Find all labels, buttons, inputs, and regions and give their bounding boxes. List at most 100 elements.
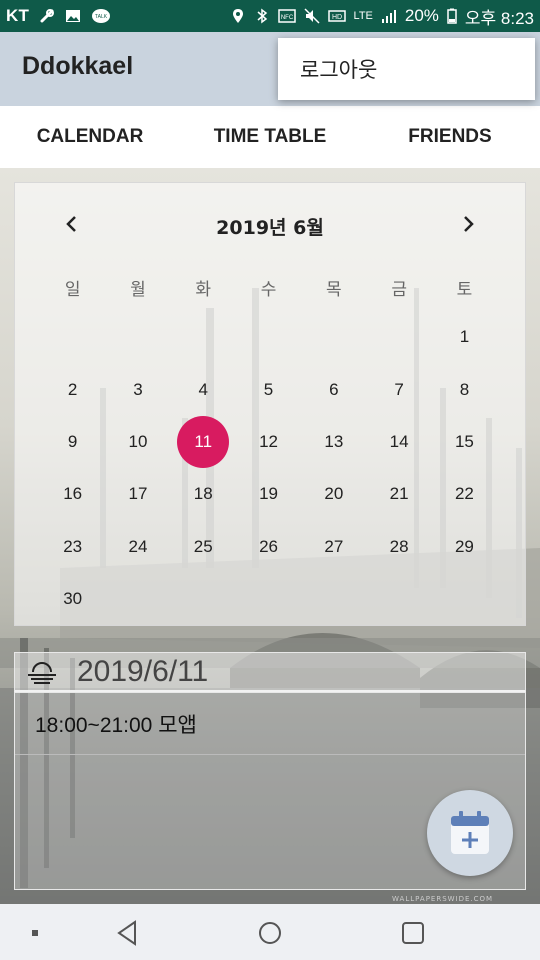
day-number: 28 xyxy=(389,536,409,556)
signal-icon xyxy=(381,10,396,23)
day-cell[interactable]: 17 xyxy=(105,468,170,520)
week-row: 23 24 25 26 27 28 29 xyxy=(40,521,502,573)
day-cell[interactable]: 1 xyxy=(432,311,497,363)
day-cell[interactable]: 2 xyxy=(40,363,105,415)
tab-friends[interactable]: FRIENDS xyxy=(360,106,540,168)
day-cell[interactable]: 26 xyxy=(236,521,301,573)
day-cell[interactable]: 27 xyxy=(301,521,366,573)
day-cell[interactable]: 8 xyxy=(432,363,497,415)
day-number: 13 xyxy=(324,431,344,451)
recents-square-icon xyxy=(402,922,424,944)
chevron-right-icon xyxy=(464,216,474,232)
recents-button[interactable] xyxy=(398,918,428,948)
day-cell[interactable]: 13 xyxy=(301,416,366,468)
add-event-button[interactable] xyxy=(427,790,513,876)
day-cell[interactable]: 23 xyxy=(40,521,105,573)
day-number: 3 xyxy=(133,379,143,399)
day-cell[interactable]: 3 xyxy=(105,363,170,415)
fog-icon xyxy=(28,661,56,684)
week-row: 30 xyxy=(40,573,502,625)
day-cell[interactable]: 25 xyxy=(171,521,236,573)
day-number: 22 xyxy=(454,484,474,504)
day-cell[interactable]: 16 xyxy=(40,468,105,520)
day-cell[interactable]: 24 xyxy=(105,521,170,573)
weekday-label: 화 xyxy=(195,280,212,300)
empty-day-cell xyxy=(366,311,431,363)
dot-icon xyxy=(32,930,38,936)
day-cell-selected[interactable]: 11 xyxy=(171,416,236,468)
calendar-add-icon xyxy=(451,811,489,854)
empty-day-cell xyxy=(236,311,301,363)
watermark: WALLPAPERSWIDE.COM xyxy=(392,895,494,903)
day-cell[interactable]: 20 xyxy=(301,468,366,520)
day-number: 21 xyxy=(389,484,409,504)
day-cell[interactable]: 18 xyxy=(171,468,236,520)
back-button[interactable] xyxy=(112,918,142,948)
day-cell[interactable]: 5 xyxy=(236,363,301,415)
day-number: 4 xyxy=(198,379,208,399)
navigation-bar xyxy=(0,904,540,960)
event-item[interactable]: 18:00~21:00 모앱 xyxy=(15,693,525,755)
home-circle-icon xyxy=(259,922,281,944)
day-number: 5 xyxy=(263,379,274,399)
day-number: 17 xyxy=(128,484,148,504)
month-title: 2019년 6월 xyxy=(216,217,324,239)
app-title: Ddokkael xyxy=(22,52,134,80)
selected-date-header: 2019/6/11 xyxy=(14,652,526,692)
day-number: 9 xyxy=(67,431,78,451)
home-button[interactable] xyxy=(255,918,285,948)
day-cell[interactable]: 28 xyxy=(366,521,431,573)
day-cell[interactable]: 21 xyxy=(366,468,431,520)
day-cell[interactable]: 10 xyxy=(105,416,170,468)
day-cell[interactable]: 12 xyxy=(236,416,301,468)
day-number: 6 xyxy=(329,379,339,399)
day-number: 11 xyxy=(194,431,213,451)
week-row: 1 xyxy=(40,311,502,363)
tab-time-table[interactable]: TIME TABLE xyxy=(180,106,360,168)
empty-day-cell xyxy=(105,573,170,625)
week-row: 9 10 11 12 13 14 15 xyxy=(40,416,502,468)
lte-label: LTE xyxy=(353,10,373,22)
day-number: 25 xyxy=(193,536,213,556)
day-number: 15 xyxy=(454,431,474,451)
empty-day-cell xyxy=(236,573,301,625)
day-cell[interactable]: 7 xyxy=(366,363,431,415)
weekday-label: 목 xyxy=(326,280,342,300)
mute-icon xyxy=(303,8,320,24)
status-bar: KT TALK NFC HD LTE 20% 오후 8:23 xyxy=(0,0,540,32)
day-cell[interactable]: 19 xyxy=(236,468,301,520)
day-number: 20 xyxy=(324,484,344,504)
logout-menu-item[interactable]: 로그아웃 xyxy=(300,54,377,84)
day-cell[interactable]: 29 xyxy=(432,521,497,573)
tab-calendar[interactable]: CALENDAR xyxy=(0,106,180,168)
empty-day-cell xyxy=(171,573,236,625)
bluetooth-icon xyxy=(257,8,267,24)
day-number: 10 xyxy=(128,431,148,451)
day-number: 29 xyxy=(454,536,474,556)
day-number: 27 xyxy=(324,536,344,556)
day-number: 7 xyxy=(394,379,404,399)
next-month-button[interactable] xyxy=(451,207,485,241)
back-triangle-icon xyxy=(117,920,136,946)
empty-day-cell xyxy=(40,311,105,363)
day-cell[interactable]: 30 xyxy=(40,573,105,625)
day-cell[interactable]: 6 xyxy=(301,363,366,415)
empty-day-cell xyxy=(105,311,170,363)
link-icon xyxy=(40,9,55,23)
battery-percent: 20% xyxy=(404,6,439,25)
week-row: 16 17 18 19 20 21 22 xyxy=(40,468,502,520)
calendar-card: 2019년 6월 일 월 화 수 목 금 토 1 2 3 4 5 6 7 8 9 10 11 12 13… xyxy=(14,182,526,626)
svg-text:NFC: NFC xyxy=(280,15,293,21)
day-cell[interactable]: 22 xyxy=(432,468,497,520)
day-grid: 1 2 3 4 5 6 7 8 9 10 11 12 13 14 15 16 17 18 19 20 21 22 23 24 2… xyxy=(40,311,502,625)
empty-day-cell xyxy=(301,311,366,363)
kakaotalk-icon: TALK xyxy=(92,9,111,23)
menu-dot-button[interactable] xyxy=(20,918,50,948)
tab-bar: CALENDAR TIME TABLE FRIENDS xyxy=(0,106,540,168)
day-cell[interactable]: 15 xyxy=(432,416,497,468)
carrier-label: KT xyxy=(6,6,30,25)
day-cell[interactable]: 14 xyxy=(366,416,431,468)
day-cell[interactable]: 9 xyxy=(40,416,105,468)
weekday-label: 월 xyxy=(130,280,146,300)
day-cell[interactable]: 4 xyxy=(171,363,236,415)
